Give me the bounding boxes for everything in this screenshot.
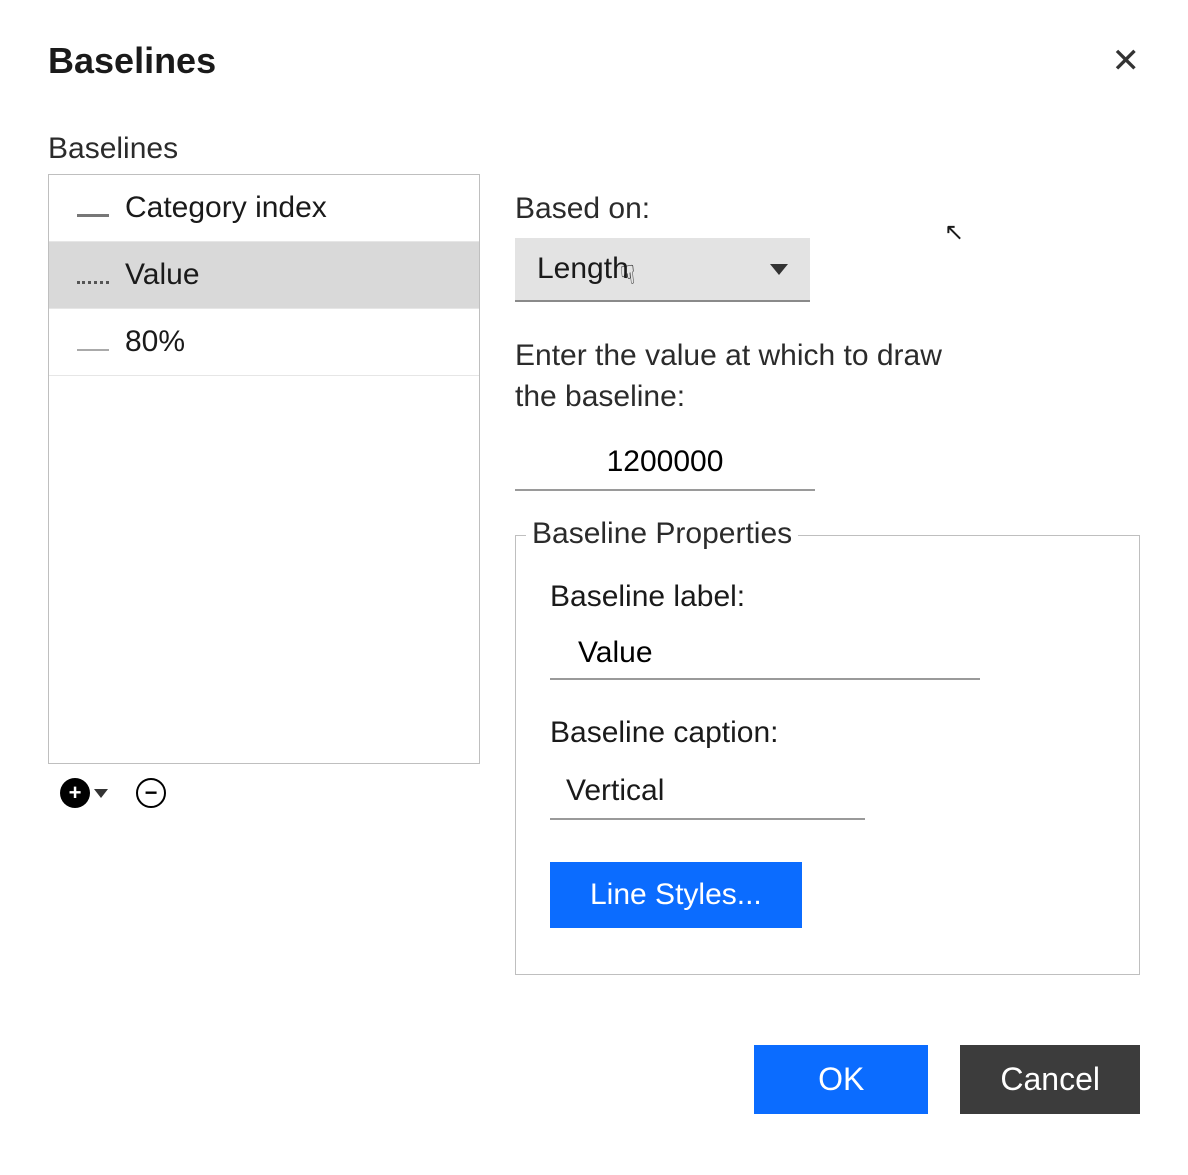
plus-icon: + <box>69 780 82 806</box>
ok-button[interactable]: OK <box>754 1045 928 1114</box>
ok-label: OK <box>818 1061 864 1097</box>
based-on-select[interactable]: Length <box>515 238 810 302</box>
list-item-label: Category index <box>125 191 327 225</box>
list-item[interactable]: Category index <box>49 175 479 242</box>
dialog-title: Baselines <box>48 40 216 82</box>
line-styles-label: Line Styles... <box>590 878 762 911</box>
based-on-value: Length <box>537 252 629 286</box>
chevron-down-icon <box>770 264 788 275</box>
baseline-value-label: Enter the value at which to draw the bas… <box>515 336 975 417</box>
baselines-list-label: Baselines <box>48 132 480 166</box>
baselines-listbox[interactable]: Category index Value 80% <box>48 174 480 764</box>
list-item[interactable]: Value <box>49 242 479 309</box>
baseline-label-text: Baseline label: <box>550 580 1105 614</box>
baseline-caption-value: Vertical <box>566 774 664 808</box>
close-icon: ✕ <box>1112 42 1141 80</box>
close-button[interactable]: ✕ <box>1112 44 1141 78</box>
baseline-label-input[interactable] <box>550 628 980 680</box>
list-item-label: 80% <box>125 325 185 359</box>
add-menu-dropdown[interactable] <box>94 789 108 798</box>
line-preview-icon <box>77 258 109 292</box>
remove-button[interactable]: − <box>136 778 166 808</box>
add-button[interactable]: + <box>60 778 90 808</box>
minus-icon: − <box>145 780 158 806</box>
baseline-properties-fieldset: Baseline Properties Baseline label: Base… <box>515 535 1140 975</box>
line-preview-icon <box>77 325 109 359</box>
baseline-value-input[interactable] <box>515 435 815 491</box>
list-item[interactable]: 80% <box>49 309 479 376</box>
cancel-label: Cancel <box>1000 1061 1100 1097</box>
baseline-caption-label: Baseline caption: <box>550 716 1105 750</box>
based-on-label: Based on: <box>515 192 1140 226</box>
cancel-button[interactable]: Cancel <box>960 1045 1140 1114</box>
list-item-label: Value <box>125 258 200 292</box>
fieldset-legend: Baseline Properties <box>526 517 798 551</box>
baseline-caption-select[interactable]: Vertical <box>550 764 865 820</box>
line-preview-icon <box>77 191 109 225</box>
line-styles-button[interactable]: Line Styles... <box>550 862 802 928</box>
